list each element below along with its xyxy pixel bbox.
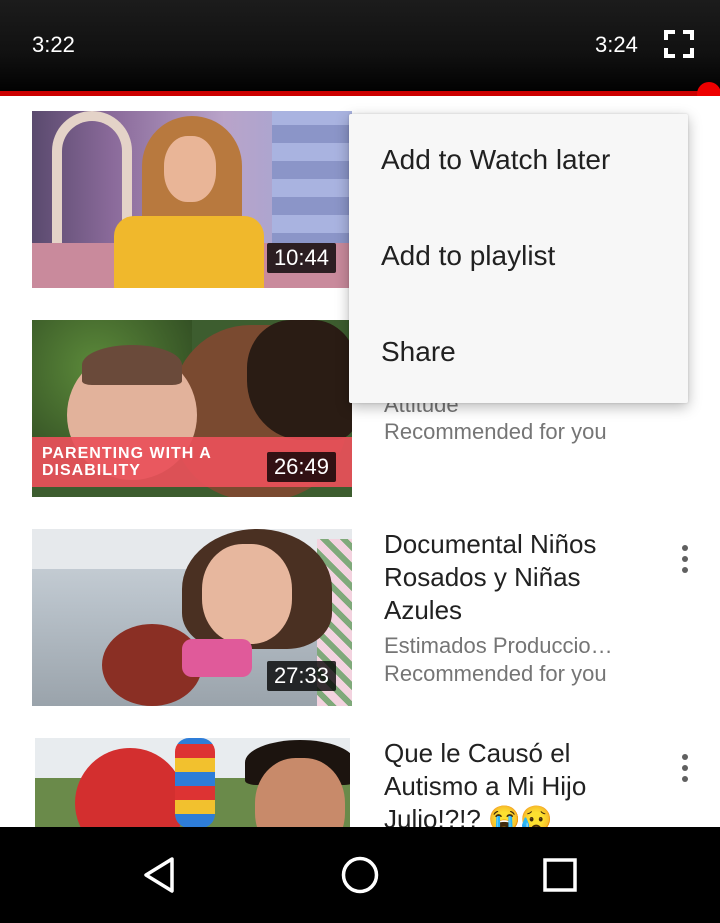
total-duration: 3:24	[595, 32, 638, 57]
duration-badge: 27:33	[266, 661, 336, 691]
duration-badge: 26:49	[266, 452, 336, 482]
video-thumbnail[interactable]: 10:44	[32, 111, 352, 288]
recommendation-note: Recommended for you	[384, 661, 607, 686]
video-thumbnail[interactable]: 27:33	[32, 529, 352, 706]
menu-item-label: Add to Watch later	[381, 144, 611, 175]
recents-square-icon[interactable]	[538, 853, 582, 897]
video-item[interactable]: Que le Causó el Autismo a Mi Hijo Julio!…	[0, 723, 720, 827]
overflow-menu: Add to Watch later Add to playlist Share	[349, 114, 688, 403]
thumb-art	[202, 544, 292, 644]
thumb-art	[247, 320, 352, 440]
thumb-art	[182, 639, 252, 677]
banner-text: PARENTING WITH A DISABILITY	[42, 445, 212, 479]
back-triangle-icon[interactable]	[138, 853, 182, 897]
menu-item-label: Share	[381, 336, 456, 367]
thumb-art	[175, 738, 215, 827]
video-title[interactable]: Documental Niños Rosados y Niñas Azules	[384, 528, 644, 627]
more-vert-icon[interactable]	[672, 539, 698, 579]
thumb-art	[82, 345, 182, 385]
video-title[interactable]: Que le Causó el Autismo a Mi Hijo Julio!…	[384, 737, 644, 827]
recommendation-note: Recommended for you	[384, 419, 607, 444]
channel-name: Estimados Produccio…	[384, 633, 613, 658]
video-thumbnail[interactable]: PARENTING WITH A DISABILITY 26:49	[32, 320, 352, 497]
thumb-art	[272, 111, 352, 251]
menu-item-watch-later[interactable]: Add to Watch later	[349, 114, 688, 210]
duration-badge: 10:44	[266, 243, 336, 273]
more-vert-icon[interactable]	[672, 748, 698, 788]
system-navigation-bar	[0, 827, 720, 923]
menu-item-label: Add to playlist	[381, 240, 556, 271]
thumb-art	[164, 136, 216, 202]
fullscreen-icon[interactable]	[664, 30, 694, 58]
thumb-art	[114, 216, 264, 288]
menu-item-share[interactable]: Share	[349, 306, 688, 402]
home-circle-icon[interactable]	[338, 853, 382, 897]
menu-item-add-to-playlist[interactable]: Add to playlist	[349, 210, 688, 306]
video-item[interactable]: 27:33 Documental Niños Rosados y Niñas A…	[0, 514, 720, 706]
current-time: 3:22	[32, 32, 75, 57]
video-player[interactable]: 3:22 3:24	[0, 0, 720, 106]
video-thumbnail[interactable]	[35, 738, 350, 827]
